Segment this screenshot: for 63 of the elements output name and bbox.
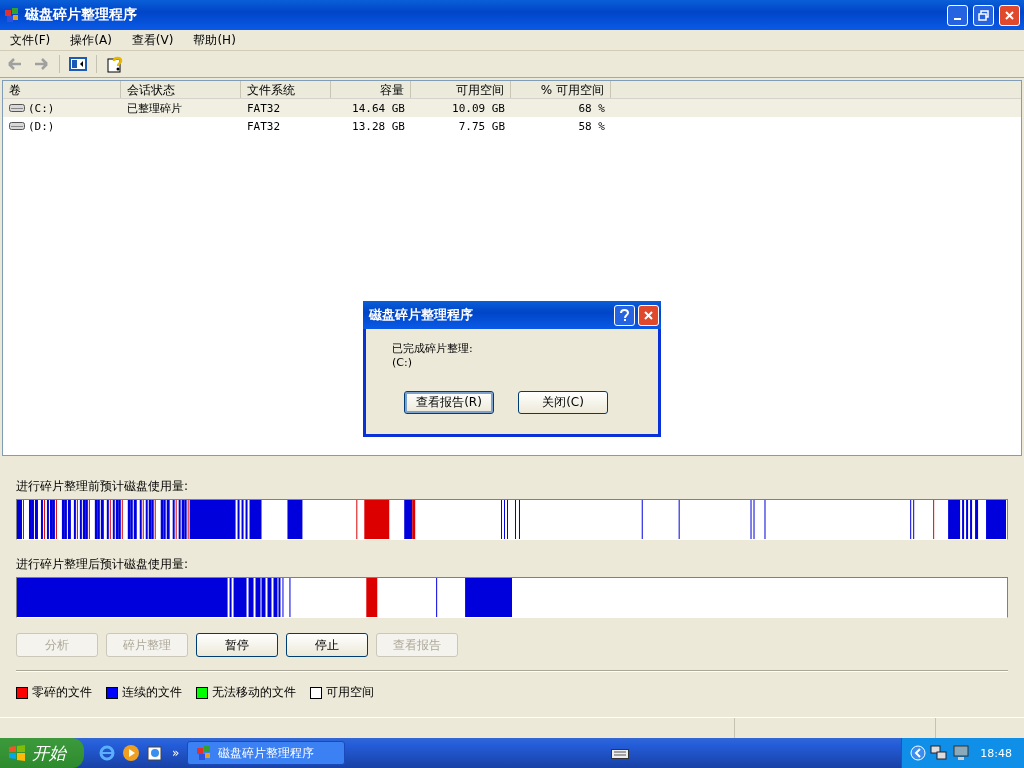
close-button[interactable] — [638, 304, 659, 326]
app-icon — [196, 745, 213, 761]
dialog-button[interactable]: 关闭(C) — [518, 391, 608, 414]
table-cell: FAT32 — [247, 101, 281, 115]
dialog-volume: (C:) — [392, 356, 413, 369]
before-label: 进行碎片整理前预计磁盘使用量: — [16, 478, 190, 495]
volume-row[interactable]: (C:) 已整理碎片 FAT32 14.64 GB 10.09 GB 68 % — [3, 99, 1021, 117]
help-button[interactable] — [614, 304, 635, 326]
close-icon — [1004, 9, 1015, 21]
question-mark-icon — [619, 308, 630, 322]
drive-icon — [9, 122, 25, 130]
menu-item[interactable]: 帮助(H) — [187, 31, 242, 49]
expand-tray-icon[interactable] — [910, 745, 927, 761]
keyboard-icon[interactable] — [611, 747, 630, 759]
table-cell: 7.75 GB — [458, 119, 505, 133]
windows-flag-icon — [8, 745, 26, 761]
table-cell: 68 % — [578, 101, 605, 115]
table-cell: (D:) — [28, 119, 55, 133]
action-button[interactable]: 停止 — [286, 633, 368, 657]
table-cell: (C:) — [28, 101, 55, 115]
column-header[interactable]: % 可用空间 — [511, 81, 611, 98]
media-player-icon[interactable] — [122, 744, 140, 762]
column-header[interactable]: 文件系统 — [241, 81, 331, 98]
start-button[interactable]: 开始 — [0, 738, 84, 768]
browser-icon[interactable] — [98, 744, 116, 762]
action-button[interactable]: 暂停 — [196, 633, 278, 657]
minimize-icon — [954, 18, 961, 20]
app-icon — [4, 7, 20, 23]
table-cell: 58 % — [578, 119, 605, 133]
monitor-icon[interactable] — [952, 745, 971, 761]
menu-item[interactable]: 操作(A) — [64, 31, 118, 49]
clock: 18:48 — [980, 746, 1012, 760]
quick-launch-chevron[interactable]: » — [172, 746, 180, 760]
column-header[interactable]: 可用空间 — [411, 81, 511, 98]
menu-item[interactable]: 文件(F) — [4, 31, 57, 49]
app-shortcut-icon[interactable] — [146, 744, 164, 762]
volume-row[interactable]: (D:) FAT32 13.28 GB 7.75 GB 58 % — [3, 117, 1021, 135]
restore-button[interactable] — [973, 4, 994, 26]
close-icon — [643, 309, 654, 321]
network-icon[interactable] — [930, 745, 949, 761]
column-header[interactable]: 会话状态 — [121, 81, 241, 98]
column-header[interactable]: 容量 — [331, 81, 411, 98]
dialog-message: 已完成碎片整理: — [392, 341, 474, 356]
table-cell: FAT32 — [247, 119, 281, 133]
menu-item[interactable]: 查看(V) — [125, 31, 180, 49]
close-button[interactable] — [999, 4, 1020, 26]
legend-label: 零碎的文件 — [32, 684, 92, 701]
taskbar-button[interactable]: 磁盘碎片整理程序 — [187, 741, 346, 765]
legend-label: 连续的文件 — [122, 684, 182, 701]
after-label: 进行碎片整理后预计磁盘使用量: — [16, 556, 190, 573]
table-cell: 10.09 GB — [452, 101, 505, 115]
minimize-button[interactable] — [947, 4, 968, 26]
table-cell: 已整理碎片 — [127, 100, 182, 116]
restore-icon — [978, 9, 989, 21]
drive-icon — [9, 104, 25, 112]
legend-label: 无法移动的文件 — [212, 684, 296, 701]
dialog-title: 磁盘碎片整理程序 — [369, 306, 474, 324]
dialog-button[interactable]: 查看报告(R) — [404, 391, 494, 414]
table-cell: 13.28 GB — [352, 119, 405, 133]
table-cell: 14.64 GB — [352, 101, 405, 115]
column-header[interactable]: 卷 — [3, 81, 121, 98]
window-title: 磁盘碎片整理程序 — [25, 6, 138, 24]
legend-label: 可用空间 — [326, 684, 374, 701]
